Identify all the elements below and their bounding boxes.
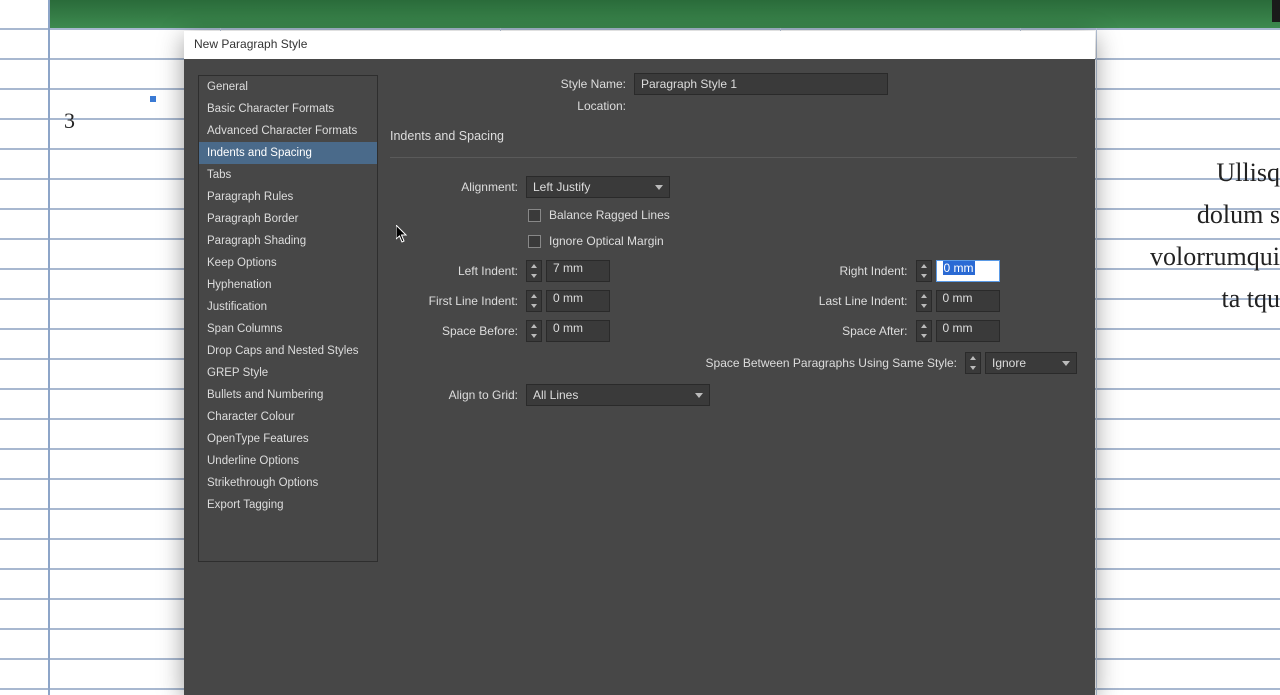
right-panel-edge (1272, 0, 1280, 22)
sidebar-item-strikethrough-options[interactable]: Strikethrough Options (199, 472, 377, 494)
sidebar-item-character-colour[interactable]: Character Colour (199, 406, 377, 428)
left-indent-spinner[interactable] (526, 260, 542, 282)
body-text-frame: Ullisq dolum s volorrumqui ta tqu (1090, 152, 1280, 320)
align-to-grid-select[interactable]: All Lines (526, 384, 710, 406)
first-line-indent-spinner[interactable] (526, 290, 542, 312)
space-after-input[interactable]: 0 mm (936, 320, 1000, 342)
new-paragraph-style-dialog: New Paragraph Style General Basic Charac… (184, 31, 1095, 695)
frame-handle[interactable] (150, 96, 156, 102)
sidebar-item-advanced-character-formats[interactable]: Advanced Character Formats (199, 120, 377, 142)
alignment-label: Alignment: (410, 180, 526, 194)
left-indent-input[interactable]: 7 mm (546, 260, 610, 282)
dialog-title: New Paragraph Style (184, 31, 1095, 59)
alignment-select[interactable]: Left Justify (526, 176, 670, 198)
sidebar-item-paragraph-rules[interactable]: Paragraph Rules (199, 186, 377, 208)
space-between-same-spinner[interactable] (965, 352, 981, 374)
space-before-label: Space Before: (410, 324, 526, 338)
chevron-down-icon (695, 393, 703, 398)
sidebar-item-paragraph-shading[interactable]: Paragraph Shading (199, 230, 377, 252)
balance-ragged-label: Balance Ragged Lines (549, 208, 670, 222)
style-name-label: Style Name: (390, 77, 634, 91)
right-indent-label: Right Indent: (774, 264, 916, 278)
sidebar-item-keep-options[interactable]: Keep Options (199, 252, 377, 274)
sidebar-item-general[interactable]: General (199, 76, 377, 98)
right-indent-spinner[interactable] (916, 260, 932, 282)
space-before-input[interactable]: 0 mm (546, 320, 610, 342)
space-between-same-select[interactable]: Ignore (985, 352, 1077, 374)
first-line-indent-input[interactable]: 0 mm (546, 290, 610, 312)
location-label: Location: (390, 99, 634, 113)
sidebar-item-opentype-features[interactable]: OpenType Features (199, 428, 377, 450)
sidebar-item-export-tagging[interactable]: Export Tagging (199, 494, 377, 516)
sidebar-item-basic-character-formats[interactable]: Basic Character Formats (199, 98, 377, 120)
page-header-image (50, 0, 1280, 28)
chevron-down-icon (655, 185, 663, 190)
sidebar-item-justification[interactable]: Justification (199, 296, 377, 318)
sidebar-item-tabs[interactable]: Tabs (199, 164, 377, 186)
sidebar-item-drop-caps[interactable]: Drop Caps and Nested Styles (199, 340, 377, 362)
sidebar-item-paragraph-border[interactable]: Paragraph Border (199, 208, 377, 230)
sidebar-item-indents-and-spacing[interactable]: Indents and Spacing (199, 142, 377, 164)
category-sidebar: General Basic Character Formats Advanced… (198, 75, 378, 562)
balance-ragged-checkbox[interactable] (528, 209, 541, 222)
right-indent-input[interactable]: 0 mm (936, 260, 1000, 282)
first-line-indent-label: First Line Indent: (410, 294, 526, 308)
last-line-indent-input[interactable]: 0 mm (936, 290, 1000, 312)
sidebar-item-underline-options[interactable]: Underline Options (199, 450, 377, 472)
sidebar-item-hyphenation[interactable]: Hyphenation (199, 274, 377, 296)
panel-title: Indents and Spacing (390, 129, 1077, 143)
space-between-same-label: Space Between Paragraphs Using Same Styl… (706, 356, 965, 370)
page-number: 3 (64, 108, 75, 134)
sidebar-item-bullets-numbering[interactable]: Bullets and Numbering (199, 384, 377, 406)
chevron-down-icon (1062, 361, 1070, 366)
left-indent-label: Left Indent: (410, 264, 526, 278)
space-after-label: Space After: (774, 324, 916, 338)
space-before-spinner[interactable] (526, 320, 542, 342)
sidebar-item-grep-style[interactable]: GREP Style (199, 362, 377, 384)
last-line-indent-label: Last Line Indent: (774, 294, 916, 308)
ignore-optical-label: Ignore Optical Margin (549, 234, 664, 248)
style-name-input[interactable]: Paragraph Style 1 (634, 73, 888, 95)
align-to-grid-label: Align to Grid: (410, 388, 526, 402)
last-line-indent-spinner[interactable] (916, 290, 932, 312)
ignore-optical-checkbox[interactable] (528, 235, 541, 248)
sidebar-item-span-columns[interactable]: Span Columns (199, 318, 377, 340)
dialog-main-panel: Style Name: Paragraph Style 1 Location: … (378, 59, 1095, 695)
space-after-spinner[interactable] (916, 320, 932, 342)
